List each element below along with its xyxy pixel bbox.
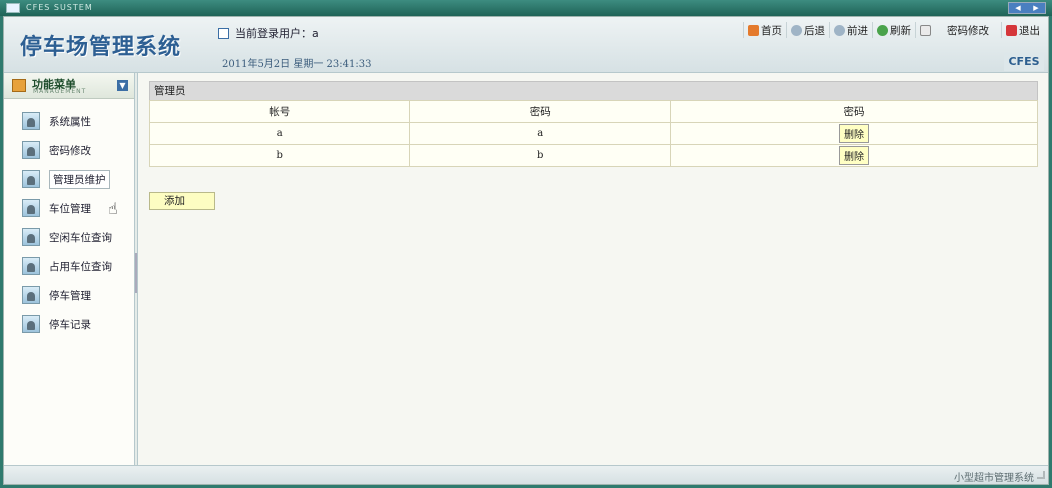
app-frame: 停车场管理系统 当前登录用户：a 2011年5月2日 星期一 23:41:33 … bbox=[3, 16, 1049, 485]
sidebar-item-free-space-query[interactable]: 空闲车位查询 bbox=[22, 225, 112, 249]
column-header-password: 密码 bbox=[409, 100, 671, 123]
top-nav: 首页 后退 前进 刷新 密码修改 退出 bbox=[743, 22, 1044, 38]
table-row: a a 删除 bbox=[148, 122, 1039, 145]
sidebar-item-admin-maintenance[interactable]: 管理员维护 bbox=[22, 167, 110, 191]
admin-table: 帐号 密码 密码 a a 删除 b b 删除 bbox=[148, 100, 1039, 167]
nav-refresh[interactable]: 刷新 bbox=[872, 22, 915, 38]
user-checkbox-icon bbox=[218, 27, 229, 39]
sidebar-item-space-management[interactable]: 车位管理 bbox=[22, 196, 91, 220]
column-header-account: 帐号 bbox=[148, 100, 411, 123]
table-title: 管理员 bbox=[149, 81, 1038, 100]
nav-forward[interactable]: 前进 bbox=[829, 22, 872, 38]
cell-action: 删除 bbox=[669, 122, 1039, 145]
user-icon bbox=[22, 315, 40, 333]
menu-subtitle: MANAGEMENT bbox=[33, 88, 87, 95]
sidebar-item-change-password[interactable]: 密码修改 bbox=[22, 138, 91, 162]
cell-password: b bbox=[409, 144, 671, 167]
user-icon bbox=[22, 170, 40, 188]
current-user: 当前登录用户：a bbox=[218, 25, 319, 41]
window-titlebar: CFES SUSTEM ◀ ▶ bbox=[0, 0, 1052, 16]
cell-account: b bbox=[148, 144, 411, 167]
home-icon bbox=[748, 24, 759, 36]
app-logo: 停车场管理系统 bbox=[20, 34, 182, 60]
user-icon bbox=[22, 257, 40, 275]
table-row: b b 删除 bbox=[148, 144, 1039, 167]
sidebar: 功能菜单 MANAGEMENT ▼ 系统属性 密码修改 管理员维护 车位管理 空… bbox=[4, 73, 135, 465]
column-header-action: 密码 bbox=[669, 100, 1039, 123]
left-arrow-icon[interactable]: ◀ bbox=[1015, 4, 1020, 12]
resize-grip-icon[interactable] bbox=[1037, 471, 1045, 479]
window-app-icon bbox=[6, 3, 20, 13]
user-icon bbox=[22, 228, 40, 246]
current-user-label: 当前登录用户：a bbox=[235, 27, 319, 40]
nav-home[interactable]: 首页 bbox=[743, 22, 786, 38]
nav-back[interactable]: 后退 bbox=[786, 22, 829, 38]
window-title: CFES SUSTEM bbox=[26, 3, 93, 12]
splitter-grip[interactable] bbox=[135, 253, 137, 293]
user-icon bbox=[22, 199, 40, 217]
admin-table-panel: 管理员 帐号 密码 密码 a a 删除 b b 删除 bbox=[148, 81, 1039, 167]
cell-password: a bbox=[409, 122, 671, 145]
right-arrow-icon[interactable]: ▶ bbox=[1033, 4, 1038, 12]
sidebar-item-parking-records[interactable]: 停车记录 bbox=[22, 312, 91, 336]
collapse-icon[interactable]: ▼ bbox=[117, 80, 128, 91]
forward-icon bbox=[834, 24, 845, 36]
user-icon bbox=[22, 112, 40, 130]
cell-account: a bbox=[148, 122, 411, 145]
delete-button[interactable]: 删除 bbox=[838, 146, 869, 165]
window-scroll-buttons[interactable]: ◀ ▶ bbox=[1008, 2, 1046, 14]
exit-icon bbox=[1006, 24, 1017, 36]
header: 停车场管理系统 当前登录用户：a 2011年5月2日 星期一 23:41:33 … bbox=[4, 17, 1048, 73]
nav-exit[interactable]: 退出 bbox=[1001, 22, 1044, 38]
status-bar: 小型超市管理系统 bbox=[4, 465, 1048, 484]
refresh-icon bbox=[877, 24, 888, 36]
sidebar-splitter[interactable] bbox=[135, 73, 138, 465]
cell-action: 删除 bbox=[669, 144, 1039, 167]
sidebar-item-system-properties[interactable]: 系统属性 bbox=[22, 109, 91, 133]
nav-password[interactable]: 密码修改 bbox=[915, 22, 993, 38]
main-content: 管理员 帐号 密码 密码 a a 删除 b b 删除 添加 bbox=[144, 77, 1042, 463]
cfes-badge: CFES bbox=[1004, 53, 1044, 71]
footer-text: 小型超市管理系统 bbox=[954, 473, 1034, 484]
menu-folder-icon bbox=[12, 79, 26, 92]
sidebar-item-parking-management[interactable]: 停车管理 bbox=[22, 283, 91, 307]
user-icon bbox=[22, 286, 40, 304]
sidebar-item-occupied-space-query[interactable]: 占用车位查询 bbox=[22, 254, 112, 278]
delete-button[interactable]: 删除 bbox=[838, 124, 869, 143]
menu-header: 功能菜单 MANAGEMENT ▼ bbox=[4, 73, 134, 99]
table-header-row: 帐号 密码 密码 bbox=[148, 100, 1039, 123]
date-time: 2011年5月2日 星期一 23:41:33 bbox=[222, 59, 372, 70]
add-button[interactable]: 添加 bbox=[149, 192, 215, 210]
user-icon bbox=[22, 141, 40, 159]
hand-cursor-icon: ☝ bbox=[108, 199, 118, 218]
back-icon bbox=[791, 24, 802, 36]
password-icon bbox=[920, 24, 931, 36]
